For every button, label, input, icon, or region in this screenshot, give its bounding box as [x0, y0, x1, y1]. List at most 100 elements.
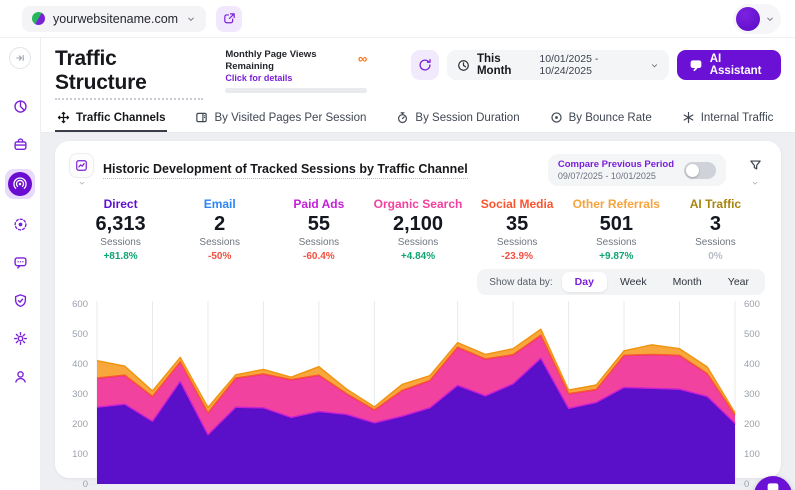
svg-text:300: 300: [744, 389, 760, 400]
tab-internal-traffic[interactable]: Internal Traffic: [680, 106, 776, 132]
settings-gear-icon: [13, 331, 28, 346]
stat-label[interactable]: Organic Search: [368, 197, 467, 211]
sidebar-item-user-profile[interactable]: [7, 363, 33, 389]
svg-text:400: 400: [744, 359, 760, 370]
refresh-icon: [418, 58, 432, 72]
stat-change: 0%: [666, 251, 765, 262]
stat-sub: Sessions: [368, 237, 467, 248]
stat-value: 55: [269, 213, 368, 236]
sidebar-item-shield-check[interactable]: [7, 287, 33, 313]
topbar: yourwebsitename.com: [0, 0, 795, 38]
stat-sub: Sessions: [666, 237, 765, 248]
stat-label[interactable]: AI Traffic: [666, 197, 765, 211]
show-data-by-row: Show data by: DayWeekMonthYear: [55, 262, 781, 295]
channel-stat-ai-traffic: AI Traffic3Sessions0%: [666, 197, 765, 262]
sidebar-item-pie-chart[interactable]: [7, 93, 33, 119]
tab-traffic-channels[interactable]: Traffic Channels: [55, 106, 167, 132]
tab-by-visited-pages-per-session[interactable]: By Visited Pages Per Session: [193, 106, 368, 132]
stat-label[interactable]: Direct: [71, 197, 170, 211]
stat-label[interactable]: Social Media: [468, 197, 567, 211]
traffic-card: Historic Development of Tracked Sessions…: [55, 141, 781, 478]
svg-text:0: 0: [744, 479, 749, 490]
card-title: Historic Development of Tracked Sessions…: [103, 162, 468, 179]
refresh-button[interactable]: [411, 50, 439, 80]
sidebar-item-briefcase[interactable]: [7, 131, 33, 157]
sidebar-nav: [5, 93, 35, 389]
ai-assistant-label: AI Assistant: [710, 53, 769, 77]
filter-button[interactable]: [743, 154, 767, 178]
period-range: 10/01/2025 - 10/24/2025: [539, 53, 642, 77]
line-chart-icon: [75, 159, 88, 172]
stat-sub: Sessions: [468, 237, 567, 248]
open-site-button[interactable]: [216, 6, 242, 32]
ai-assistant-button[interactable]: AI Assistant: [677, 50, 781, 80]
tab-label: By Visited Pages Per Session: [214, 112, 366, 124]
infinity-icon: ∞: [358, 52, 367, 65]
compare-toggle[interactable]: [684, 162, 716, 179]
briefcase-icon: [13, 137, 28, 152]
stat-value: 2: [170, 213, 269, 236]
collapse-sidebar-icon: [14, 52, 26, 64]
stat-label[interactable]: Other Referrals: [567, 197, 666, 211]
svg-text:500: 500: [72, 329, 88, 340]
site-name: yourwebsitename.com: [53, 12, 178, 26]
traffic-area-chart[interactable]: 0010010020020030030040040050050060060010…: [55, 295, 781, 490]
content-area: Historic Development of Tracked Sessions…: [41, 133, 795, 490]
site-selector[interactable]: yourwebsitename.com: [22, 6, 206, 32]
site-favicon-icon: [32, 12, 45, 25]
target-icon: [550, 111, 563, 124]
stat-sub: Sessions: [269, 237, 368, 248]
stat-value: 2,100: [368, 213, 467, 236]
shield-check-icon: [13, 293, 28, 308]
chart-type-button[interactable]: [69, 153, 94, 178]
tab-by-session-duration[interactable]: By Session Duration: [394, 106, 521, 132]
pageviews-details-link[interactable]: Click for details: [225, 73, 358, 83]
page-title: Traffic Structure: [55, 47, 203, 100]
channel-stat-email: Email 2Sessions -50%: [170, 197, 269, 262]
stat-change: +9.87%: [567, 251, 666, 262]
page-header: Traffic Structure Monthly Page Views Rem…: [41, 38, 795, 104]
granularity-option-week[interactable]: Week: [607, 272, 660, 292]
pages-icon: [195, 111, 208, 124]
stat-sub: Sessions: [71, 237, 170, 248]
tab-label: Traffic Channels: [76, 112, 165, 124]
stat-change: -50%: [170, 251, 269, 262]
tab-bar: Traffic Channels By Visited Pages Per Ses…: [41, 104, 795, 133]
svg-text:100: 100: [72, 449, 88, 460]
sidebar-item-traffic-channels[interactable]: [5, 169, 35, 199]
compare-range: 09/07/2025 - 10/01/2025: [558, 171, 674, 181]
svg-text:300: 300: [72, 389, 88, 400]
stopwatch-icon: [396, 111, 409, 124]
tab-label: By Bounce Rate: [569, 112, 652, 124]
stat-label[interactable]: Paid Ads: [269, 197, 368, 211]
chat-icon: [689, 58, 703, 72]
granularity-option-month[interactable]: Month: [660, 272, 715, 292]
pie-chart-icon: [13, 99, 28, 114]
account-menu[interactable]: [733, 4, 781, 34]
asterisk-icon: [682, 111, 695, 124]
stat-label[interactable]: Email: [170, 197, 269, 211]
stat-change: -23.9%: [468, 251, 567, 262]
granularity-option-day[interactable]: Day: [562, 272, 607, 292]
svg-text:100: 100: [744, 449, 760, 460]
sidebar-item-chat-messages[interactable]: [7, 249, 33, 275]
sidebar: [0, 38, 41, 490]
granularity-option-year[interactable]: Year: [715, 272, 762, 292]
sidebar-collapse-button[interactable]: [9, 47, 31, 69]
channel-stat-social-media: Social Media35Sessions-23.9%: [468, 197, 567, 262]
stat-sub: Sessions: [170, 237, 269, 248]
svg-text:400: 400: [72, 359, 88, 370]
tab-label: By Session Duration: [415, 112, 519, 124]
chart-container: 0010010020020030030040040050050060060010…: [55, 295, 781, 490]
traffic-channels-icon: [13, 177, 27, 191]
tab-label: Internal Traffic: [701, 112, 774, 124]
sidebar-item-goal-target[interactable]: [7, 211, 33, 237]
header-actions: This Month 10/01/2025 - 10/24/2025 AI As…: [411, 50, 781, 80]
sidebar-item-settings-gear[interactable]: [7, 325, 33, 351]
goal-target-icon: [13, 217, 28, 232]
tab-by-bounce-rate[interactable]: By Bounce Rate: [548, 106, 654, 132]
pageviews-widget: Monthly Page Views Remaining Click for d…: [225, 49, 367, 93]
channel-stat-paid-ads: Paid Ads55Sessions-60.4%: [269, 197, 368, 262]
date-range-picker[interactable]: This Month 10/01/2025 - 10/24/2025: [447, 50, 669, 80]
move-icon: [57, 111, 70, 124]
